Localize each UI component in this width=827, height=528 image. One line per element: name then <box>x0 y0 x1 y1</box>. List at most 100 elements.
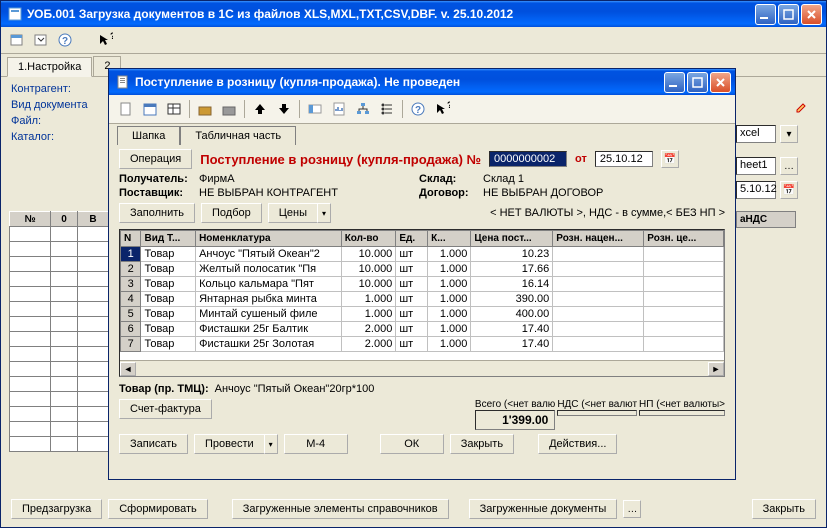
main-maximize-button[interactable] <box>778 4 799 25</box>
tb-card-icon[interactable] <box>304 98 326 120</box>
tb-report-icon[interactable] <box>328 98 350 120</box>
grid-cell[interactable]: Товар <box>141 292 196 307</box>
grid-col-header[interactable]: Цена пост... <box>471 231 553 247</box>
sheet-input[interactable]: heet1 <box>736 157 776 175</box>
grid-col-header[interactable]: Номенклатура <box>196 231 342 247</box>
select-button[interactable]: Подбор <box>201 203 262 223</box>
grid-cell[interactable]: Желтый полосатик "Пя <box>196 262 342 277</box>
grid-cell[interactable]: Минтай сушеный филе <box>196 307 342 322</box>
bg-col-0[interactable]: 0 <box>51 212 78 227</box>
edit-icon[interactable] <box>794 99 810 115</box>
grid-cell[interactable]: 1.000 <box>428 337 471 352</box>
grid-cell[interactable] <box>644 292 724 307</box>
invoice-button[interactable]: Счет-фактура <box>119 399 212 419</box>
grid-cell[interactable]: Фисташки 25г Золотая <box>196 337 342 352</box>
grid-cell[interactable]: шт <box>396 277 428 292</box>
dialog-close-button[interactable] <box>710 72 731 93</box>
grid-cell[interactable]: 6 <box>121 322 141 337</box>
post-dropdown-icon[interactable]: ▾ <box>264 434 278 454</box>
grid-col-header[interactable]: Вид Т... <box>141 231 196 247</box>
bg-col-n[interactable]: № <box>10 212 51 227</box>
grid-cell[interactable] <box>553 292 644 307</box>
doc-number-input[interactable]: 0000000002 <box>489 151 567 167</box>
grid-cell[interactable]: шт <box>396 307 428 322</box>
actions-button[interactable]: Действия... <box>538 434 617 454</box>
tb-tree-icon[interactable] <box>376 98 398 120</box>
grid-cell[interactable]: 17.66 <box>471 262 553 277</box>
help-icon[interactable]: ? <box>55 30 75 50</box>
post-button[interactable]: Провести <box>194 434 264 454</box>
grid-cell[interactable]: шт <box>396 322 428 337</box>
grid-cell[interactable]: Анчоус "Пятый Океан"2 <box>196 247 342 262</box>
arrow-up-icon[interactable] <box>249 98 271 120</box>
grid-cell[interactable]: 5 <box>121 307 141 322</box>
grid-cell[interactable] <box>644 247 724 262</box>
grid-cell[interactable]: Товар <box>141 262 196 277</box>
horizontal-scrollbar[interactable]: ◄ ► <box>120 360 724 376</box>
grid-cell[interactable]: 400.00 <box>471 307 553 322</box>
grid-cell[interactable]: 1.000 <box>341 307 396 322</box>
grid-cell[interactable]: 16.14 <box>471 277 553 292</box>
grid-cell[interactable] <box>553 277 644 292</box>
grid-cell[interactable]: 390.00 <box>471 292 553 307</box>
grid-cell[interactable]: 10.000 <box>341 277 396 292</box>
dialog-maximize-button[interactable] <box>687 72 708 93</box>
grid-cell[interactable]: Фисташки 25г Балтик <box>196 322 342 337</box>
grid-cell[interactable]: 1.000 <box>428 247 471 262</box>
grid-col-header[interactable]: Ед. <box>396 231 428 247</box>
grid-col-header[interactable]: К... <box>428 231 471 247</box>
grid-cell[interactable]: 1.000 <box>341 292 396 307</box>
post-split-button[interactable]: Провести ▾ <box>194 434 278 454</box>
grid-cell[interactable] <box>553 322 644 337</box>
grid-cell[interactable]: Товар <box>141 277 196 292</box>
grid-col-header[interactable]: N <box>121 231 141 247</box>
tb-post-icon[interactable] <box>194 98 216 120</box>
main-close-button[interactable] <box>801 4 822 25</box>
grid-cell[interactable]: 1.000 <box>428 307 471 322</box>
grid-cell[interactable] <box>644 322 724 337</box>
grid-cell[interactable]: Товар <box>141 307 196 322</box>
grid-cell[interactable]: 1.000 <box>428 322 471 337</box>
grid-cell[interactable]: 2.000 <box>341 322 396 337</box>
bg-col-v[interactable]: В <box>77 212 108 227</box>
tb-layout-icon[interactable] <box>163 98 185 120</box>
grid-cell[interactable]: 3 <box>121 277 141 292</box>
main-minimize-button[interactable] <box>755 4 776 25</box>
grid-col-header[interactable]: Розн. нацен... <box>553 231 644 247</box>
toolbar-btn-1[interactable] <box>7 30 27 50</box>
grid-cell[interactable]: 1.000 <box>428 292 471 307</box>
grid-cell[interactable] <box>644 277 724 292</box>
prices-button[interactable]: Цены <box>268 203 317 223</box>
table-row[interactable]: 5ТоварМинтай сушеный филе1.000шт1.000400… <box>121 307 724 322</box>
grid-cell[interactable]: Янтарная рыбка минта <box>196 292 342 307</box>
grid-cell[interactable] <box>644 337 724 352</box>
preload-button[interactable]: Предзагрузка <box>11 499 102 519</box>
save-button[interactable]: Записать <box>119 434 188 454</box>
format-input[interactable]: xcel <box>736 125 776 143</box>
grid-cell[interactable]: 2 <box>121 262 141 277</box>
date-input-bg[interactable]: 5.10.12 <box>736 181 776 199</box>
ok-button[interactable]: ОК <box>380 434 444 454</box>
grid-cell[interactable] <box>553 337 644 352</box>
calendar-icon[interactable]: 📅 <box>780 181 798 199</box>
table-row[interactable]: 3ТоварКольцо кальмара "Пят10.000шт1.0001… <box>121 277 724 292</box>
table-row[interactable]: 7ТоварФисташки 25г Золотая2.000шт1.00017… <box>121 337 724 352</box>
loaded-dict-button[interactable]: Загруженные элементы справочников <box>232 499 449 519</box>
grid-cell[interactable]: Товар <box>141 322 196 337</box>
grid-cell[interactable]: Товар <box>141 247 196 262</box>
grid-cell[interactable]: 1.000 <box>428 262 471 277</box>
grid-cell[interactable]: шт <box>396 262 428 277</box>
grid-cell[interactable]: 10.000 <box>341 247 396 262</box>
grid-col-header[interactable]: Розн. це... <box>644 231 724 247</box>
tb-unpost-icon[interactable] <box>218 98 240 120</box>
arrow-down-icon[interactable] <box>273 98 295 120</box>
tb-help-icon[interactable]: ? <box>407 98 429 120</box>
dialog-minimize-button[interactable] <box>664 72 685 93</box>
tb-structure-icon[interactable] <box>352 98 374 120</box>
main-tab-settings[interactable]: 1.Настройка <box>7 57 92 77</box>
prices-split-button[interactable]: Цены ▾ <box>268 203 331 223</box>
close-dialog-button[interactable]: Закрыть <box>450 434 514 454</box>
main-close-footer-button[interactable]: Закрыть <box>752 499 816 519</box>
pointer-help-icon[interactable]: ? <box>95 30 115 50</box>
tab-header[interactable]: Шапка <box>117 126 180 145</box>
